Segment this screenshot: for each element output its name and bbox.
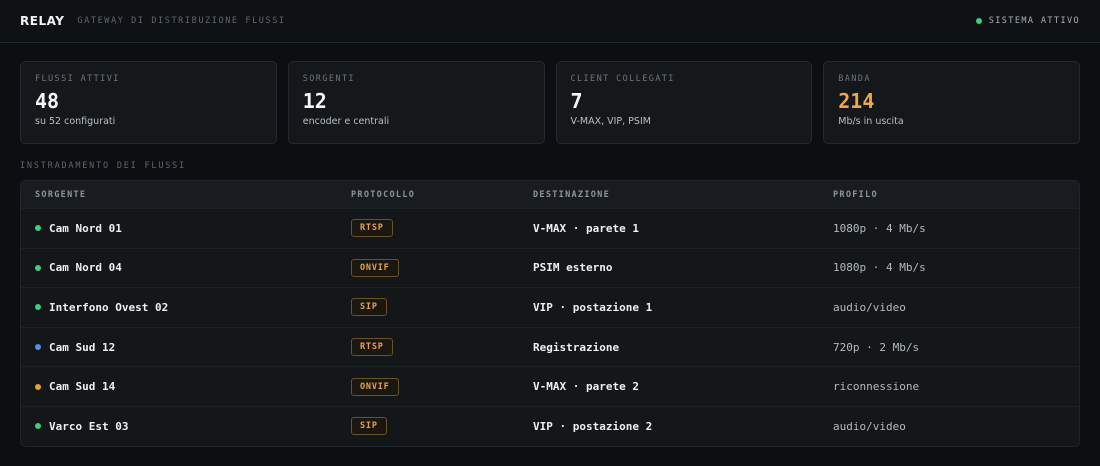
source-name: Cam Nord 04 xyxy=(49,261,122,275)
status-dot-icon xyxy=(35,225,41,232)
card-label: BANDA xyxy=(838,74,871,84)
card-bandwidth: BANDA 214 Mb/s in uscita xyxy=(823,61,1080,144)
section-title: INSTRADAMENTO DEI FLUSSI xyxy=(20,161,187,171)
destination-cell: VIP · postazione 1 xyxy=(533,300,653,314)
source-cell: Cam Nord 01 xyxy=(21,222,351,235)
status-dot-icon xyxy=(35,304,41,311)
table-row[interactable]: Cam Nord 04 ONVIF PSIM esterno 1080p · 4 Mb… xyxy=(21,247,1079,288)
protocol-badge: SIP xyxy=(351,417,387,436)
app-brand: RELAY xyxy=(20,14,65,28)
protocol-badge: SIP xyxy=(351,298,387,317)
table-header: SORGENTE PROTOCOLLO DESTINAZIONE PROFILO xyxy=(21,181,1079,208)
destination-cell: V-MAX · parete 1 xyxy=(533,221,639,235)
profile-cell: riconnessione xyxy=(833,380,920,394)
card-sources: SORGENTI 12 encoder e centrali xyxy=(287,61,545,144)
status-dot-icon xyxy=(35,383,41,390)
status-dot-icon xyxy=(35,264,41,271)
source-name: Cam Sud 12 xyxy=(49,340,116,354)
protocol-cell: ONVIF xyxy=(351,258,533,277)
source-cell: Cam Sud 12 xyxy=(21,341,351,354)
card-value: 48 xyxy=(35,89,60,113)
source-name: Cam Nord 01 xyxy=(49,221,122,235)
summary-cards: FLUSSI ATTIVI 48 su 52 configurati SORGE… xyxy=(20,61,1080,144)
source-cell: Varco Est 03 xyxy=(21,420,351,433)
column-header-profile[interactable]: PROFILO xyxy=(833,190,1079,200)
card-active-streams: FLUSSI ATTIVI 48 su 52 configurati xyxy=(20,61,277,144)
card-value: 7 xyxy=(570,89,583,113)
card-clients: CLIENT COLLEGATI 7 V-MAX, VIP, PSIM xyxy=(555,61,813,144)
table-row[interactable]: Cam Sud 12 RTSP Registrazione 720p · 2 Mb/s xyxy=(21,326,1079,367)
status-dot-icon xyxy=(35,423,41,430)
source-name: Cam Sud 14 xyxy=(49,380,116,394)
table-body: Cam Nord 01 RTSP V-MAX · parete 1 1080p · 4… xyxy=(21,208,1079,446)
source-cell: Cam Sud 14 xyxy=(21,380,351,393)
card-note: su 52 configurati xyxy=(35,116,116,127)
profile-cell: audio/video xyxy=(833,419,906,433)
protocol-badge: RTSP xyxy=(351,338,393,357)
profile-cell: 720p · 2 Mb/s xyxy=(833,340,920,354)
column-header-destination[interactable]: DESTINAZIONE xyxy=(533,190,833,200)
status-dot-icon xyxy=(35,344,41,351)
protocol-badge: RTSP xyxy=(351,219,393,238)
protocol-cell: RTSP xyxy=(351,338,533,357)
source-cell: Interfono Ovest 02 xyxy=(21,301,351,314)
table-row[interactable]: Cam Nord 01 RTSP V-MAX · parete 1 1080p · 4… xyxy=(21,208,1079,248)
status-dot-icon xyxy=(975,18,982,24)
card-label: CLIENT COLLEGATI xyxy=(570,74,675,84)
card-note: encoder e centrali xyxy=(302,116,390,127)
card-note: V-MAX, VIP, PSIM xyxy=(570,116,651,127)
profile-cell: audio/video xyxy=(833,300,906,314)
destination-cell: VIP · postazione 2 xyxy=(533,419,653,433)
column-header-protocol[interactable]: PROTOCOLLO xyxy=(351,190,533,200)
app-subtitle: GATEWAY DI DISTRIBUZIONE FLUSSI xyxy=(77,16,286,26)
source-cell: Cam Nord 04 xyxy=(21,261,351,274)
system-status: SISTEMA ATTIVO xyxy=(975,16,1080,26)
table-row[interactable]: Cam Sud 14 ONVIF V-MAX · parete 2 riconness… xyxy=(21,366,1079,406)
card-note: Mb/s in uscita xyxy=(838,116,904,127)
card-value: 214 xyxy=(838,89,875,113)
destination-cell: PSIM esterno xyxy=(533,261,613,275)
top-bar: RELAY GATEWAY DI DISTRIBUZIONE FLUSSI SI… xyxy=(0,0,1100,43)
profile-cell: 1080p · 4 Mb/s xyxy=(833,221,926,235)
card-label: SORGENTI xyxy=(302,74,355,84)
protocol-cell: ONVIF xyxy=(351,377,533,396)
profile-cell: 1080p · 4 Mb/s xyxy=(833,261,926,275)
destination-cell: Registrazione xyxy=(533,340,620,354)
card-value: 12 xyxy=(302,89,327,113)
protocol-badge: ONVIF xyxy=(351,258,399,277)
card-label: FLUSSI ATTIVI xyxy=(35,74,120,84)
destination-cell: V-MAX · parete 2 xyxy=(533,380,639,394)
column-header-source[interactable]: SORGENTE xyxy=(21,190,351,200)
protocol-cell: RTSP xyxy=(351,219,533,238)
protocol-cell: SIP xyxy=(351,298,533,317)
source-name: Interfono Ovest 02 xyxy=(49,300,169,314)
protocol-cell: SIP xyxy=(351,417,533,436)
table-row[interactable]: Varco Est 03 SIP VIP · postazione 2 audio/v… xyxy=(21,405,1079,446)
source-name: Varco Est 03 xyxy=(49,419,129,433)
table-row[interactable]: Interfono Ovest 02 SIP VIP · postazione 1 a… xyxy=(21,287,1079,327)
system-status-label: SISTEMA ATTIVO xyxy=(988,16,1080,26)
protocol-badge: ONVIF xyxy=(351,377,399,396)
routing-table: SORGENTE PROTOCOLLO DESTINAZIONE PROFILO… xyxy=(20,180,1080,447)
